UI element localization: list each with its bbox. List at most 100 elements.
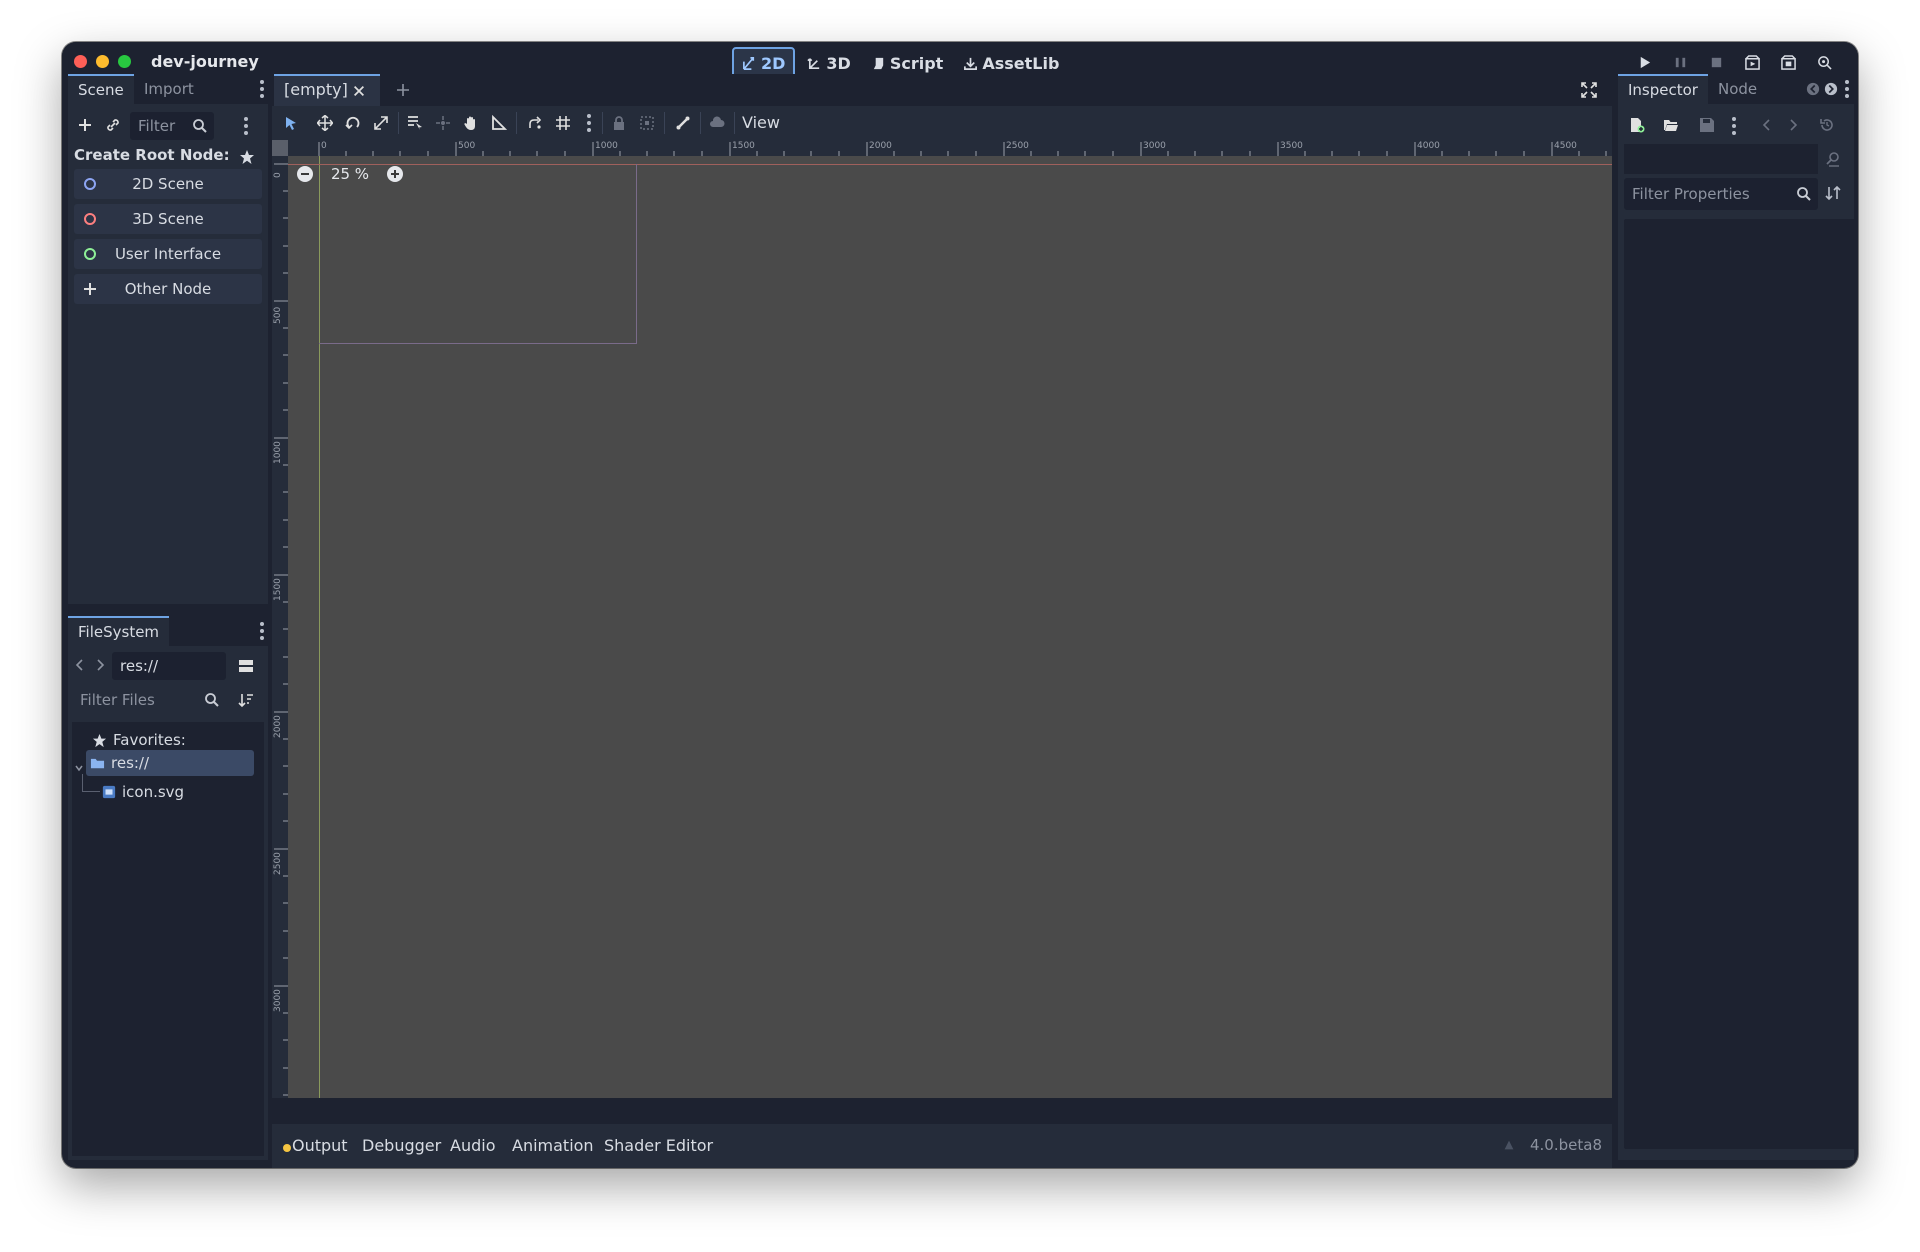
pan-mode-button[interactable] — [460, 112, 482, 134]
collapse-arrow-icon[interactable] — [74, 758, 84, 772]
toggle-split-mode-button[interactable] — [234, 654, 258, 678]
history-list-button[interactable] — [1816, 114, 1838, 136]
nav-forward-button[interactable] — [92, 654, 108, 676]
view-menu-button[interactable]: View — [742, 111, 780, 135]
file-label-icon-svg: icon.svg — [122, 783, 185, 801]
tab-script-label: Script — [889, 53, 944, 73]
toolbar-separator — [516, 112, 517, 134]
cursor-icon — [286, 117, 296, 130]
nav-back-button[interactable] — [72, 654, 88, 676]
maximize-window-button[interactable] — [118, 55, 131, 68]
scene-tab-empty[interactable]: [empty] — [274, 74, 380, 106]
toolbar-separator — [734, 112, 735, 134]
tab-inspector[interactable]: Inspector — [1618, 74, 1708, 104]
root-option-other-node[interactable]: Other Node — [74, 274, 262, 304]
pause-button[interactable] — [1668, 50, 1692, 74]
sort-files-button[interactable] — [234, 688, 258, 712]
resource-menu-icon[interactable] — [1732, 117, 1736, 135]
horizontal-ruler[interactable]: 0 500 1000 1500 2000 2500 3000 3500 4000… — [272, 140, 1612, 156]
zoom-level[interactable]: 25 % — [324, 165, 376, 183]
ruler-y-label: 1000 — [273, 441, 283, 464]
filesystem-dock-menu-icon[interactable] — [260, 622, 264, 640]
lighting-button[interactable] — [706, 112, 728, 134]
chevron-left-icon — [1762, 119, 1770, 131]
ruler-y-label: 500 — [273, 306, 283, 324]
ruler-x-label: 0 — [321, 141, 327, 151]
scene-filter-input[interactable]: Filter — [130, 112, 214, 140]
distraction-free-button[interactable] — [1578, 79, 1600, 101]
inspector-dock: Inspector Node Filter Properties — [1618, 74, 1856, 1160]
play-custom-scene-button[interactable] — [1776, 50, 1800, 74]
filter-files-input[interactable]: Filter Files — [72, 686, 226, 714]
lock-button[interactable] — [608, 112, 630, 134]
bottom-tab-output[interactable]: Output — [292, 1136, 348, 1155]
rotate-mode-button[interactable] — [342, 112, 364, 134]
tab-node[interactable]: Node — [1708, 74, 1767, 104]
object-selector[interactable] — [1624, 144, 1818, 174]
folder-open-icon — [1664, 120, 1678, 131]
zoom-out-icon[interactable] — [296, 165, 314, 183]
property-sort-button[interactable] — [1822, 182, 1844, 204]
history-back-button[interactable] — [1756, 114, 1778, 136]
inspector-dock-menu-icon[interactable] — [1845, 80, 1849, 98]
movie-maker-button[interactable] — [1812, 50, 1836, 74]
bone-icon — [676, 116, 690, 130]
rotate-icon — [345, 116, 360, 130]
bottom-tab-shader-editor[interactable]: Shader Editor — [604, 1136, 713, 1155]
tab-filesystem[interactable]: FileSystem — [68, 616, 170, 646]
folder-row-res[interactable]: res:// — [86, 750, 254, 776]
bottom-tab-audio[interactable]: Audio — [450, 1136, 495, 1155]
instance-scene-button[interactable] — [102, 114, 124, 136]
ruler-mode-button[interactable] — [488, 112, 510, 134]
grid-snap-button[interactable] — [552, 112, 574, 134]
new-resource-button[interactable] — [1626, 114, 1648, 136]
list-select-button[interactable] — [404, 112, 426, 134]
bottom-panel-bar: Output Debugger Audio Animation Shader E… — [272, 1124, 1612, 1168]
root-option-3d-scene[interactable]: 3D Scene — [74, 204, 262, 234]
filesystem-path-field[interactable]: res:// — [112, 652, 226, 680]
save-icon — [1700, 118, 1714, 132]
open-docs-button[interactable] — [1822, 148, 1844, 170]
save-resource-button[interactable] — [1696, 114, 1718, 136]
move-mode-button[interactable] — [314, 112, 336, 134]
filter-properties-input[interactable]: Filter Properties — [1624, 178, 1818, 210]
close-window-button[interactable] — [74, 55, 87, 68]
dock-move-left-icon[interactable] — [1806, 82, 1820, 96]
bottom-tab-animation[interactable]: Animation — [512, 1136, 594, 1155]
close-icon[interactable] — [352, 84, 366, 98]
favorite-root-button[interactable] — [236, 146, 258, 168]
scene-tree-menu-icon[interactable] — [244, 117, 248, 135]
snap-options-menu-icon[interactable] — [587, 114, 591, 132]
new-scene-tab-button[interactable] — [392, 79, 414, 101]
file-row-icon-svg[interactable]: icon.svg — [102, 779, 184, 805]
smart-snap-button[interactable] — [524, 112, 546, 134]
stop-button[interactable] — [1704, 50, 1728, 74]
tab-scene[interactable]: Scene — [68, 74, 134, 104]
pivot-mode-button[interactable] — [432, 112, 454, 134]
dock-move-right-icon[interactable] — [1824, 82, 1838, 96]
root-option-2d-scene[interactable]: 2D Scene — [74, 169, 262, 199]
ruler-x-label: 3500 — [1280, 141, 1303, 151]
select-mode-button[interactable] — [280, 112, 302, 134]
history-forward-button[interactable] — [1782, 114, 1804, 136]
sort-icon — [1825, 185, 1841, 201]
root-option-user-interface[interactable]: User Interface — [74, 239, 262, 269]
play-button[interactable] — [1632, 50, 1656, 74]
zoom-in-icon[interactable] — [386, 165, 404, 183]
scale-mode-button[interactable] — [370, 112, 392, 134]
play-scene-button[interactable] — [1740, 50, 1764, 74]
open-resource-button[interactable] — [1660, 114, 1682, 136]
add-node-button[interactable] — [74, 114, 96, 136]
group-icon — [640, 116, 654, 130]
minimize-window-button[interactable] — [96, 55, 109, 68]
group-button[interactable] — [636, 112, 658, 134]
tab-import[interactable]: Import — [134, 74, 204, 104]
vertical-ruler[interactable]: 0 500 1000 1500 2000 2500 3000 — [272, 140, 288, 1098]
bottom-tab-debugger[interactable]: Debugger — [362, 1136, 441, 1155]
play-scene-icon — [1744, 54, 1760, 70]
scene-dock-menu-icon[interactable] — [260, 80, 264, 98]
scale-icon — [374, 116, 388, 130]
ruler-x-label: 1000 — [595, 141, 618, 151]
canvas-viewport[interactable]: 0 500 1000 1500 2000 2500 3000 3500 4000… — [272, 140, 1612, 1098]
skeleton-button[interactable] — [672, 112, 694, 134]
